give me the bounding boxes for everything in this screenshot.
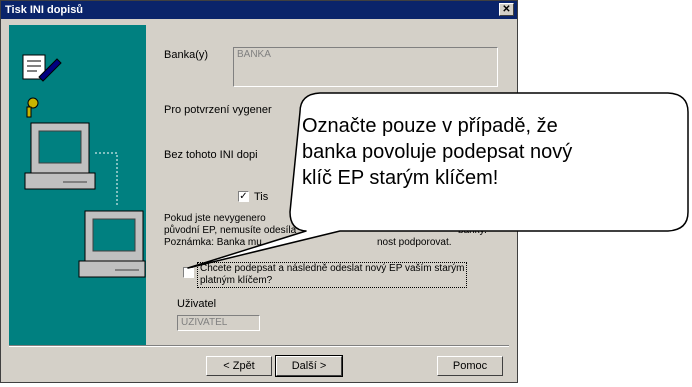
callout-line-1: Označte pouze v případě, že: [302, 115, 558, 137]
callout-balloon: [187, 92, 689, 269]
callout-line-2: banka povoluje podepsat nový: [302, 141, 573, 163]
callout-line-3: klíč EP starým klíčem!: [302, 167, 499, 189]
callout-text: Označte pouze v případě, že banka povolu…: [302, 113, 682, 191]
